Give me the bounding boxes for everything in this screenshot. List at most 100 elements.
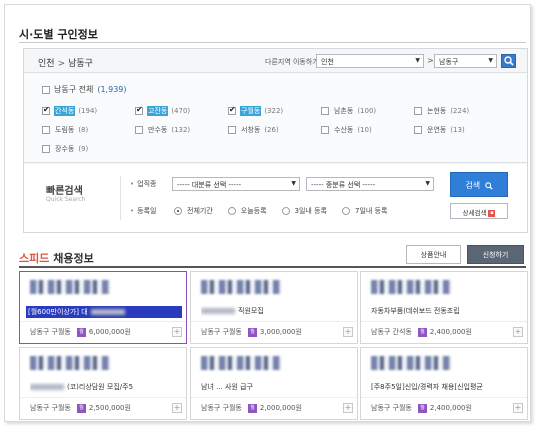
district-all-item[interactable]: 남동구 전체 (1,939)	[42, 84, 127, 95]
pay-badge-icon: 월	[247, 327, 257, 337]
district-item-mansu[interactable]: 만수동 (132)	[135, 125, 190, 135]
radio-dot[interactable]	[227, 207, 236, 215]
location-bar: 인천 > 남동구 다른지역 이동하기 인천 ▼ > 남동구 ▼	[24, 49, 527, 73]
job-title-text: 자동차부품(데쉬보드 전동조립	[371, 307, 460, 315]
region-search-panel: 인천 > 남동구 다른지역 이동하기 인천 ▼ > 남동구 ▼ 남동구 전체 (…	[23, 48, 528, 233]
plus-icon[interactable]: +	[513, 403, 523, 413]
title-divider	[19, 42, 526, 43]
district-item-guwol[interactable]: 구월동 (322)	[228, 105, 284, 116]
company-logo	[371, 356, 451, 370]
apply-button[interactable]: 신청하기	[467, 245, 524, 264]
job-card[interactable]: 직원모집 남동구 구월동 월 3,000,000원 +	[190, 271, 358, 344]
district-item-dorim[interactable]: 도림동 (8)	[42, 125, 88, 135]
plus-icon[interactable]: +	[513, 327, 523, 337]
chevron-down-icon: ▼	[425, 180, 430, 187]
location-search-button[interactable]	[501, 54, 516, 68]
radio-7days[interactable]: 7일내 등록	[341, 206, 388, 216]
major-category-select[interactable]: ----- 대분류 선택 ----- ▼	[172, 177, 300, 191]
breadcrumb-district[interactable]: 남동구	[68, 59, 93, 69]
plus-icon[interactable]: +	[172, 403, 182, 413]
radio-label: 3일내 등록	[294, 207, 327, 215]
job-title[interactable]: [월600만이상가] 대	[26, 306, 182, 318]
radio-dot[interactable]	[174, 207, 182, 215]
job-title-text: (코)리상담원 모집/주5	[67, 383, 134, 391]
card-divider	[20, 397, 186, 398]
breadcrumb: 인천 > 남동구	[38, 56, 93, 69]
job-card[interactable]: (코)리상담원 모집/주5 남동구 구월동 월 2,500,000원 +	[19, 347, 187, 420]
district-item-ganseok[interactable]: 간석동 (194)	[42, 105, 97, 116]
district-count: (100)	[357, 107, 377, 115]
district-select[interactable]: 남동구 ▼	[434, 54, 497, 68]
search-button-label: 검색	[465, 181, 481, 190]
district-all-count: (1,939)	[97, 85, 127, 94]
district-name: 논현동	[427, 107, 447, 115]
district-all-checkbox[interactable]	[42, 85, 50, 94]
district-count: (13)	[450, 126, 465, 134]
speed-divider	[19, 266, 526, 268]
job-title-text: 직원모집	[238, 307, 264, 315]
card-divider	[191, 397, 357, 398]
city-select-value: 인천	[321, 58, 334, 66]
radio-dot[interactable]	[341, 207, 350, 215]
district-checkbox[interactable]	[42, 105, 50, 115]
job-meta: 남동구 구월동 월 6,000,000원	[30, 327, 131, 337]
district-item-susan[interactable]: 수산동 (10)	[321, 125, 372, 135]
district-item-nonhyeon[interactable]: 논현동 (224)	[414, 106, 469, 116]
district-checkbox[interactable]	[321, 126, 329, 134]
breadcrumb-city[interactable]: 인천	[38, 59, 55, 69]
radio-dot[interactable]	[281, 207, 290, 215]
district-checkbox[interactable]	[321, 107, 329, 115]
plus-icon[interactable]: +	[343, 327, 353, 337]
job-title[interactable]: 직원모집	[201, 306, 351, 318]
job-title[interactable]: (코)리상담원 모집/주5	[30, 382, 180, 394]
district-count: (224)	[450, 107, 470, 115]
job-location: 남동구 구월동	[30, 328, 71, 336]
company-logo	[30, 280, 110, 294]
card-divider	[191, 321, 357, 322]
district-count: (8)	[78, 126, 89, 134]
city-select[interactable]: 인천 ▼	[316, 54, 424, 68]
district-checkbox[interactable]	[42, 126, 50, 134]
quick-search-subtitle: Quick Search	[46, 196, 86, 203]
district-item-jangsu[interactable]: 장수동 (9)	[42, 144, 88, 154]
district-item-unyeon[interactable]: 운연동 (13)	[414, 125, 465, 135]
job-card[interactable]: 남녀 ... 사원 급구 남동구 구월동 월 2,000,000원 +	[190, 347, 358, 420]
search-button[interactable]: 검색	[450, 172, 508, 197]
district-item-seochang[interactable]: 서창동 (26)	[228, 125, 279, 135]
chevron-down-icon: ▼	[291, 180, 296, 187]
district-checkbox[interactable]	[414, 126, 422, 134]
plus-icon[interactable]: +	[343, 403, 353, 413]
job-card[interactable]: [주8주5일]신입/경력자 채용[신입평균 남동구 구월동 월 2,400,00…	[360, 347, 528, 420]
job-card[interactable]: 자동차부품(데쉬보드 전동조립 남동구 간석동 월 2,400,000원 +	[360, 271, 528, 344]
district-name: 만수동	[148, 126, 168, 134]
job-pay: 2,400,000원	[429, 328, 472, 336]
district-name: 도림동	[55, 126, 75, 134]
district-name: 장수동	[55, 145, 75, 153]
job-title[interactable]: 남녀 ... 사원 급구	[201, 382, 351, 394]
job-card[interactable]: [월600만이상가] 대 남동구 구월동 월 6,000,000원 +	[19, 271, 187, 344]
job-title[interactable]: 자동차부품(데쉬보드 전동조립	[371, 306, 521, 318]
company-logo	[30, 356, 110, 370]
minor-category-select[interactable]: ----- 중분류 선택 ----- ▼	[306, 177, 434, 191]
job-pay: 6,000,000원	[88, 328, 131, 336]
district-item-gojan[interactable]: 고잔동 (470)	[135, 105, 190, 116]
district-checkbox[interactable]	[135, 105, 143, 115]
job-location: 남동구 구월동	[201, 404, 242, 412]
radio-3days[interactable]: 3일내 등록	[281, 206, 327, 216]
detail-search-button[interactable]: 상세검색 ▪	[450, 203, 508, 219]
district-checkbox[interactable]	[414, 107, 422, 115]
district-checkbox[interactable]	[228, 105, 236, 115]
radio-today[interactable]: 오늘등록	[227, 206, 267, 216]
district-name: 간석동	[54, 106, 76, 116]
plus-icon[interactable]: +	[172, 327, 182, 337]
district-item-namchon[interactable]: 남촌동 (100)	[321, 106, 376, 116]
radio-label: 7일내 등록	[354, 207, 388, 215]
job-title[interactable]: [주8주5일]신입/경력자 채용[신입평균	[371, 382, 521, 394]
pay-badge-icon: 월	[76, 403, 86, 413]
product-info-button[interactable]: 상품안내	[406, 245, 461, 264]
district-count: (322)	[264, 107, 284, 115]
district-checkbox[interactable]	[135, 126, 143, 134]
district-checkbox[interactable]	[228, 126, 236, 134]
district-checkbox[interactable]	[42, 145, 50, 153]
radio-all-period[interactable]: 전체기간	[174, 206, 213, 216]
